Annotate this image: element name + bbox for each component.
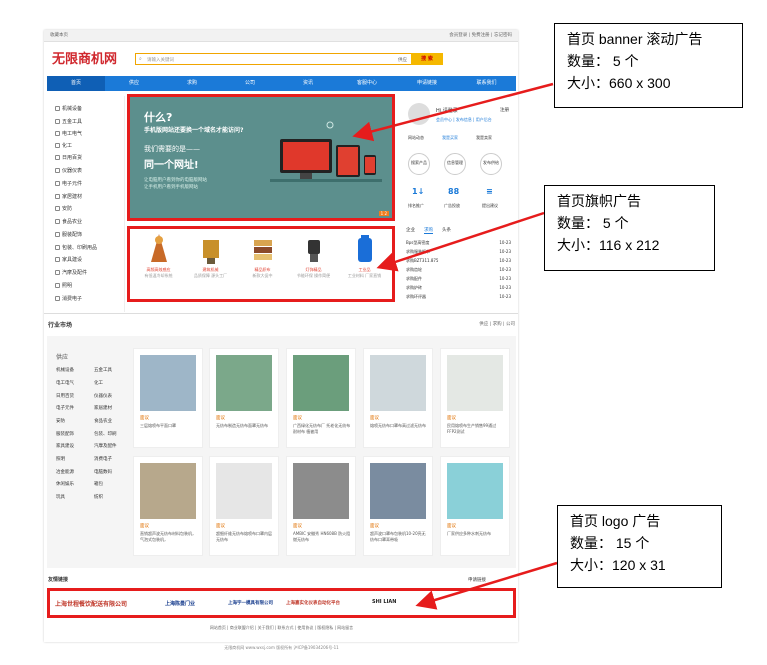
flag-callout: 首页旗帜广告 数量： 5 个大小：116 x 212 [544, 185, 715, 271]
banner-callout: 首页 banner 滚动广告 数量： 5 个大小：660 x 300 [554, 23, 743, 108]
flag-arrow [376, 211, 545, 272]
logo-callout: 首页 logo 广告 数量： 15 个大小：120 x 31 [557, 505, 722, 588]
logo-arrow [415, 561, 558, 610]
banner-arrow [352, 82, 554, 142]
